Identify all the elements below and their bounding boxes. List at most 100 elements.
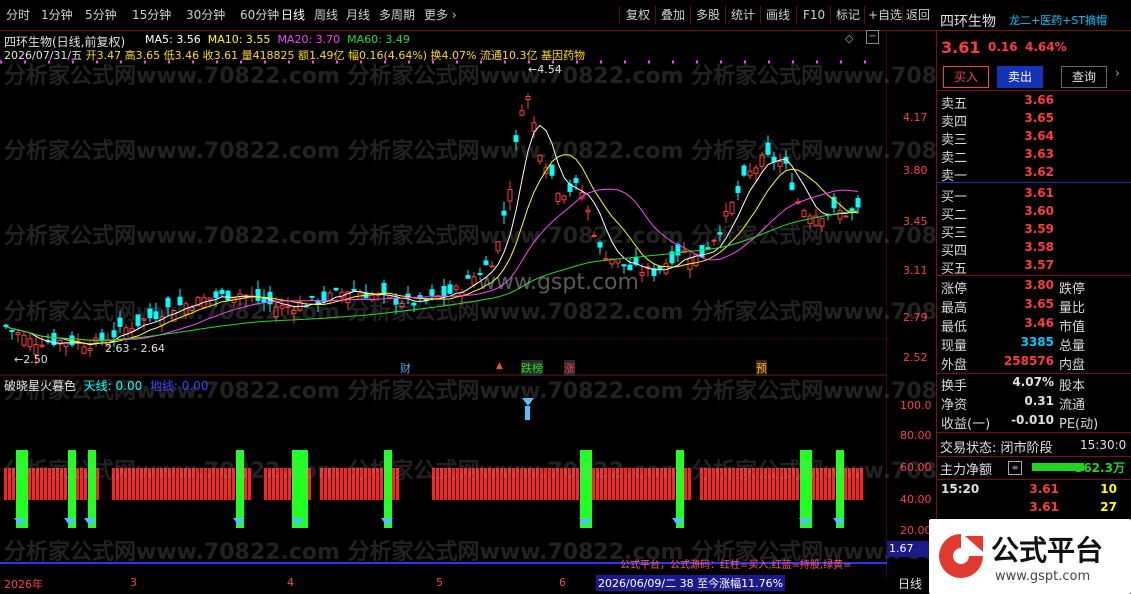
period-tab-1min[interactable]: 1分钟 (41, 7, 73, 23)
indicator-red-bar (824, 468, 827, 500)
ma5-label: MA5: 3.56 (145, 33, 201, 46)
candle-body (153, 311, 159, 320)
tick-row: 15:20 3.61 10 (937, 482, 1131, 500)
kline-chart-panel: 四环生物(日线,前复权) MA5: 3.56 MA10: 3.55 MA20: … (0, 30, 1027, 591)
candle-body (585, 209, 591, 213)
logo-box: 公式平台 www.gspt.com (929, 519, 1131, 594)
indicator-red-bar (120, 468, 123, 500)
period-tab-weekly[interactable]: 周线 (314, 7, 338, 23)
arrow-icon: ← (528, 63, 538, 76)
price-tick: 3.11 (903, 264, 928, 277)
row-label-2: 流通 (1059, 398, 1086, 413)
candle-body (87, 347, 93, 351)
event-tag-report[interactable]: 财 (400, 360, 411, 376)
indicator-red-bar (368, 468, 371, 500)
indicator-red-bar (672, 468, 675, 500)
high-price-value: 4.54 (537, 63, 562, 76)
candle-body (399, 302, 405, 308)
indicator-red-bar (320, 468, 323, 500)
indicator-red-bar (604, 468, 607, 500)
statistics-button[interactable]: 统计 (731, 7, 755, 23)
candle-body (807, 215, 813, 225)
candle-body (747, 170, 753, 177)
period-tab-multi[interactable]: 多周期 (379, 7, 415, 23)
draw-line-button[interactable]: 画线 (766, 7, 790, 23)
indicator-green-bar (836, 450, 840, 528)
indicator-red-bar (608, 468, 611, 500)
period-tab-more[interactable]: 更多 › (424, 7, 457, 23)
event-tag-rise[interactable]: 涨 (564, 360, 575, 376)
buy-button[interactable]: 买入 (943, 66, 989, 88)
f10-button[interactable]: F10 (803, 7, 825, 23)
add-watchlist-button[interactable]: +自选 (868, 7, 902, 23)
multi-stock-button[interactable]: 多股 (696, 7, 720, 23)
quote-row: 卖三 3.64 (937, 129, 1131, 148)
candle-body (333, 287, 339, 291)
query-button[interactable]: 查询 (1061, 66, 1107, 88)
chevron-right-icon[interactable]: › (1115, 66, 1120, 80)
indicator-red-bar (820, 468, 823, 500)
indicator-red-bar (812, 468, 815, 500)
bottom-period-label[interactable]: 日线 (898, 575, 922, 592)
row-label: 卖四 (941, 115, 968, 130)
fuquan-button[interactable]: 复权 (626, 7, 650, 23)
mark-button[interactable]: 标记 (836, 7, 860, 23)
row-label: 卖一 (941, 169, 968, 184)
indicator-red-bar (4, 468, 7, 500)
indicator-red-bar (284, 468, 287, 500)
back-button[interactable]: 返回 (906, 7, 930, 23)
period-tab-daily[interactable]: 日线 (281, 7, 305, 23)
candle-body (801, 210, 807, 217)
indicator-red-bar (664, 468, 667, 500)
row-value: 3.60 (1024, 204, 1054, 218)
event-tag-drop-list[interactable]: 跌榜 (521, 360, 543, 376)
indicator-green-bar (840, 450, 844, 528)
diamond-icon[interactable]: ◇ (845, 32, 853, 45)
candle-body (291, 309, 297, 314)
candle-body (441, 286, 447, 297)
timeline-label: 3 (130, 576, 137, 589)
indicator-green-bar (580, 450, 584, 528)
candle-body (573, 178, 579, 184)
candle-body (147, 308, 153, 319)
main-flow-label: 主力净额 (940, 463, 993, 478)
indicator-green-bar (236, 450, 240, 528)
period-tab-30min[interactable]: 30分钟 (186, 7, 225, 23)
candle-body (765, 142, 771, 155)
period-tab-monthly[interactable]: 月线 (346, 7, 370, 23)
indicator-red-bar (344, 468, 347, 500)
sell-button[interactable]: 卖出 (997, 66, 1043, 88)
row-value: 4.07% (1012, 375, 1054, 389)
row-label-2: 股本 (1059, 379, 1086, 394)
timeline-label: 6 (559, 576, 566, 589)
candle-body (555, 192, 561, 203)
candle-body (411, 302, 417, 306)
period-tab-15min[interactable]: 15分钟 (132, 7, 171, 23)
indicator-red-bar (144, 468, 147, 500)
minimize-icon[interactable]: − (866, 30, 879, 44)
indicator-red-bar (84, 468, 87, 500)
event-tag-forecast[interactable]: 预 (756, 360, 767, 376)
period-tab-60min[interactable]: 60分钟 (240, 7, 279, 23)
indicator-red-bar (176, 468, 179, 500)
candle-body (63, 342, 69, 347)
bar-info: 2026/07/31/五 开3.47 高3.65 低3.46 收3.61 量41… (4, 47, 585, 63)
indicator-red-bar (660, 468, 663, 500)
indicator-red-bar (508, 468, 511, 500)
candle-body (819, 217, 825, 227)
period-tab-5min[interactable]: 5分钟 (85, 7, 117, 23)
list-icon[interactable]: ≡ (1008, 461, 1022, 475)
period-tab-fenshi[interactable]: 分时 (6, 7, 30, 23)
indicator-green-bar (24, 450, 28, 528)
candle-body (507, 188, 513, 202)
indicator-red-bar (720, 468, 723, 500)
indicator-red-bar (148, 468, 151, 500)
chevron-right-icon: › (451, 8, 457, 22)
price-tick: 3.45 (903, 215, 928, 228)
overlay-button[interactable]: 叠加 (661, 7, 685, 23)
indicator-red-bar (356, 468, 359, 500)
quote-row: 买三 3.59 (937, 222, 1131, 241)
candle-body (279, 305, 285, 309)
quote-row: 卖一 3.62 (937, 165, 1131, 184)
kline-chart[interactable] (0, 30, 887, 578)
